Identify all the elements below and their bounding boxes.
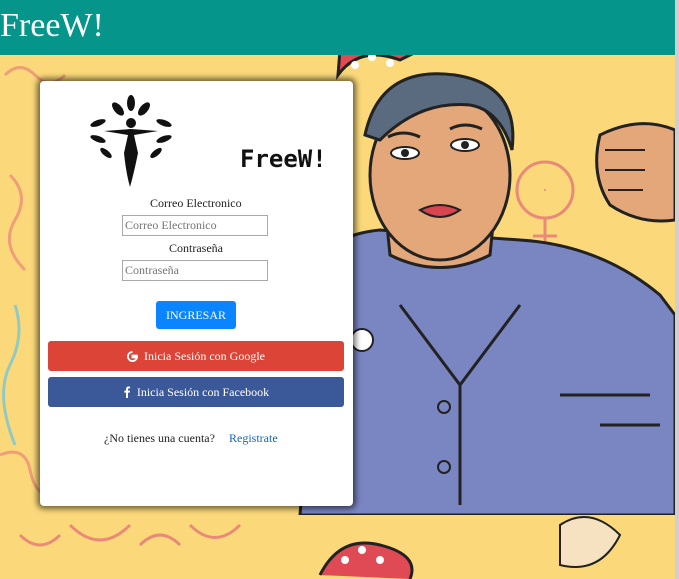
- password-field[interactable]: [122, 260, 268, 281]
- page-scrollbar[interactable]: [675, 0, 679, 579]
- login-card: FreeW! Correo Electronico Contraseña ING…: [40, 81, 353, 506]
- signup-link[interactable]: Registrate: [229, 431, 278, 446]
- email-label: Correo Electronico: [150, 196, 242, 210]
- freew-logo-icon: [90, 95, 172, 187]
- google-login-label: Inicia Sesión con Google: [144, 349, 265, 363]
- freew-logo: FreeW!: [90, 93, 327, 191]
- logo-text: FreeW!: [240, 145, 327, 173]
- facebook-login-button[interactable]: Inicia Sesión con Facebook: [48, 377, 344, 407]
- signup-question: ¿No tienes una cuenta?: [104, 431, 215, 445]
- facebook-login-label: Inicia Sesión con Facebook: [136, 385, 270, 399]
- facebook-icon: [124, 386, 130, 399]
- password-label: Contraseña: [169, 241, 223, 255]
- email-field[interactable]: [122, 215, 268, 236]
- google-login-button[interactable]: Inicia Sesión con Google: [48, 341, 344, 371]
- top-navbar: FreeW!: [0, 0, 679, 55]
- brand-title[interactable]: FreeW!: [0, 6, 104, 46]
- login-button[interactable]: INGRESAR: [156, 301, 236, 329]
- google-icon: [127, 350, 139, 362]
